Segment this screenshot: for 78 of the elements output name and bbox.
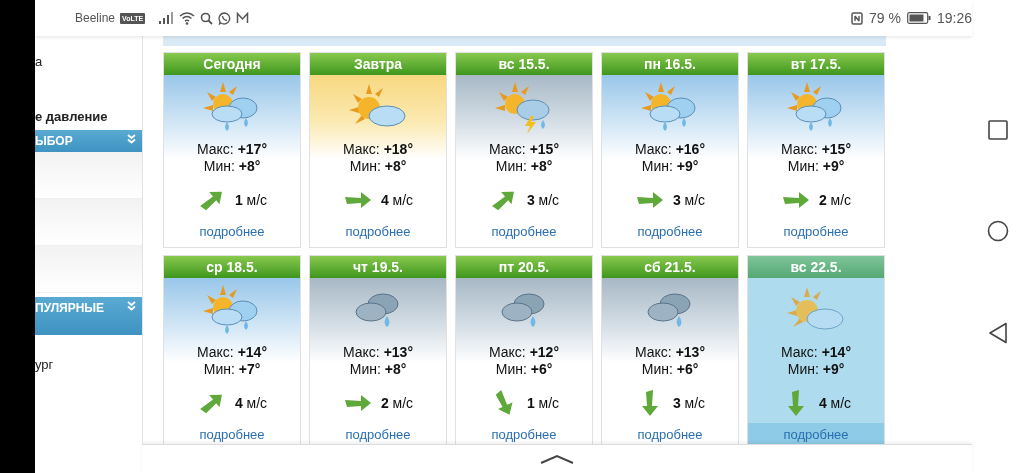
wind-speed: 4 м/с [234, 395, 268, 411]
details-link[interactable]: подробнее [345, 224, 411, 239]
day-title: чт 19.5. [353, 259, 403, 275]
day-card[interactable]: вс 22.5. Макс: +14° Мин: +9° 4 м/с подробнее [747, 255, 885, 444]
day-card[interactable]: Сегодня Макс: +17° Мин: +8° 1 м/с подробнее [163, 52, 301, 248]
search-icon [200, 11, 214, 25]
wifi-icon [179, 11, 196, 25]
wind-speed: 3 м/с [672, 395, 706, 411]
sidebar-link[interactable]: ург [35, 357, 54, 372]
day-title: вс 15.5. [498, 56, 550, 72]
day-card[interactable]: вс 15.5. Макс: +15° Мин: +8° 3 м/с подробнее [455, 52, 593, 248]
phone-bubble-icon [218, 11, 232, 25]
details-link[interactable]: подробнее [783, 224, 849, 239]
min-temperature: Мин: +8° [203, 158, 261, 175]
day-title: пн 16.5. [644, 56, 696, 72]
min-temperature: Мин: +8° [349, 158, 407, 175]
signal-icon [158, 12, 175, 24]
day-card[interactable]: пн 16.5. Макс: +16° Мин: +9° 3 м/с подробнее [601, 52, 739, 248]
details-link[interactable]: подробнее [637, 427, 703, 442]
wind-speed: 3 м/с [672, 192, 706, 208]
details-link[interactable]: подробнее [637, 224, 703, 239]
max-temperature: Макс: +16° [635, 141, 705, 158]
nfc-icon [851, 11, 864, 25]
day-title: Завтра [353, 56, 403, 72]
wind-speed: 1 м/с [526, 395, 560, 411]
details-link[interactable]: подробнее [345, 427, 411, 442]
wind-speed: 2 м/с [818, 192, 852, 208]
min-temperature: Мин: +9° [787, 361, 845, 378]
day-card[interactable]: сб 21.5. Макс: +13° Мин: +6° 3 м/с подробнее [601, 255, 739, 444]
back-icon[interactable] [988, 321, 1008, 344]
day-card[interactable]: ср 18.5. Макс: +14° Мин: +7° 4 м/с подробнее [163, 255, 301, 444]
battery-icon [906, 12, 931, 24]
sidebar-link[interactable]: а [35, 54, 43, 69]
day-title: пт 20.5. [498, 259, 550, 275]
day-title: Сегодня [203, 56, 261, 72]
day-title: вт 17.5. [790, 56, 842, 72]
min-temperature: Мин: +8° [495, 158, 553, 175]
wind-speed: 2 м/с [380, 395, 414, 411]
carrier-name: Beeline [75, 11, 116, 25]
wind-speed: 4 м/с [380, 192, 414, 208]
double-chevron-icon [127, 301, 136, 311]
min-temperature: Мин: +6° [641, 361, 699, 378]
max-temperature: Макс: +14° [781, 344, 851, 361]
clock: 19:26 [936, 10, 972, 26]
double-chevron-icon [127, 134, 136, 144]
max-temperature: Макс: +15° [781, 141, 851, 158]
battery-percent: 79 % [869, 10, 901, 26]
max-temperature: Макс: +13° [635, 344, 705, 361]
wind-speed: 1 м/с [234, 192, 268, 208]
min-temperature: Мин: +8° [349, 361, 407, 378]
min-temperature: Мин: +9° [641, 158, 699, 175]
chevron-up-icon[interactable] [540, 454, 574, 464]
max-temperature: Макс: +17° [197, 141, 267, 158]
recents-icon[interactable] [988, 119, 1008, 140]
sidebar-link[interactable]: е давление [35, 109, 108, 124]
day-title: ср 18.5. [206, 259, 258, 275]
day-card[interactable]: вт 17.5. Макс: +15° Мин: +9° 2 м/с подробнее [747, 52, 885, 248]
day-card[interactable]: пт 20.5. Макс: +12° Мин: +6° 1 м/с подробнее [455, 255, 593, 444]
min-temperature: Мин: +7° [203, 361, 261, 378]
max-temperature: Макс: +13° [343, 344, 413, 361]
details-link[interactable]: подробнее [199, 427, 265, 442]
wind-speed: 4 м/с [818, 395, 852, 411]
day-title: сб 21.5. [644, 259, 696, 275]
max-temperature: Макс: +15° [489, 141, 559, 158]
details-link[interactable]: подробнее [491, 427, 557, 442]
day-card[interactable]: Завтра Макс: +18° Мин: +8° 4 м/с подробнее [309, 52, 447, 248]
details-link[interactable]: подробнее [199, 224, 265, 239]
home-icon[interactable] [987, 219, 1009, 242]
day-title: вс 22.5. [790, 259, 842, 275]
wind-speed: 3 м/с [526, 192, 560, 208]
max-temperature: Макс: +18° [343, 141, 413, 158]
max-temperature: Макс: +12° [489, 344, 559, 361]
min-temperature: Мин: +9° [787, 158, 845, 175]
mail-icon [236, 12, 250, 24]
min-temperature: Мин: +6° [495, 361, 553, 378]
details-link[interactable]: подробнее [491, 224, 557, 239]
max-temperature: Макс: +14° [197, 344, 267, 361]
day-card[interactable]: чт 19.5. Макс: +13° Мин: +8° 2 м/с подробнее [309, 255, 447, 444]
